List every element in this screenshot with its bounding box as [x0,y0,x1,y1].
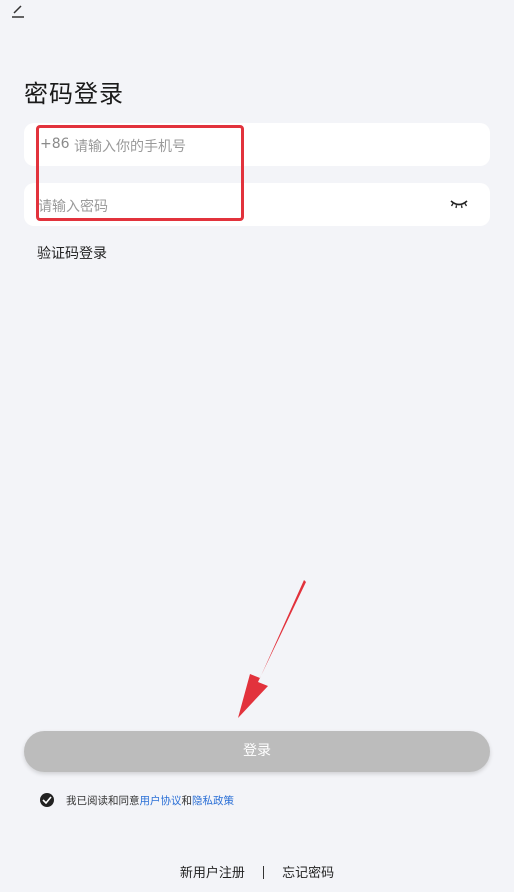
agreement-prefix: 我已阅读和同意 [66,794,140,807]
back-button[interactable] [8,4,28,20]
agreement-row: 我已阅读和同意 用户协议 和 隐私政策 [40,792,234,808]
eye-closed-icon[interactable] [450,198,468,210]
sms-login-link[interactable]: 验证码登录 [37,243,107,263]
checkmark-icon [42,796,52,804]
phone-field[interactable]: +86 请输入你的手机号 [24,123,490,166]
phone-placeholder: 请输入你的手机号 [74,139,186,155]
login-button[interactable]: 登录 [24,731,490,772]
country-code[interactable]: +86 [40,136,70,152]
agreement-conjunction: 和 [181,794,193,807]
footer-divider [263,866,264,879]
privacy-policy-link[interactable]: 隐私政策 [192,793,234,808]
annotation-arrow-icon [238,580,306,718]
back-arrow-icon [12,5,24,18]
agreement-checkbox[interactable] [40,793,54,807]
register-link[interactable]: 新用户注册 [180,866,245,881]
password-placeholder: 请输入密码 [38,199,108,215]
footer-links: 新用户注册 忘记密码 [0,862,514,881]
password-field[interactable]: 请输入密码 [24,183,490,226]
user-agreement-link[interactable]: 用户协议 [140,793,182,808]
forgot-password-link[interactable]: 忘记密码 [282,866,334,881]
page-title: 密码登录 [24,80,124,108]
